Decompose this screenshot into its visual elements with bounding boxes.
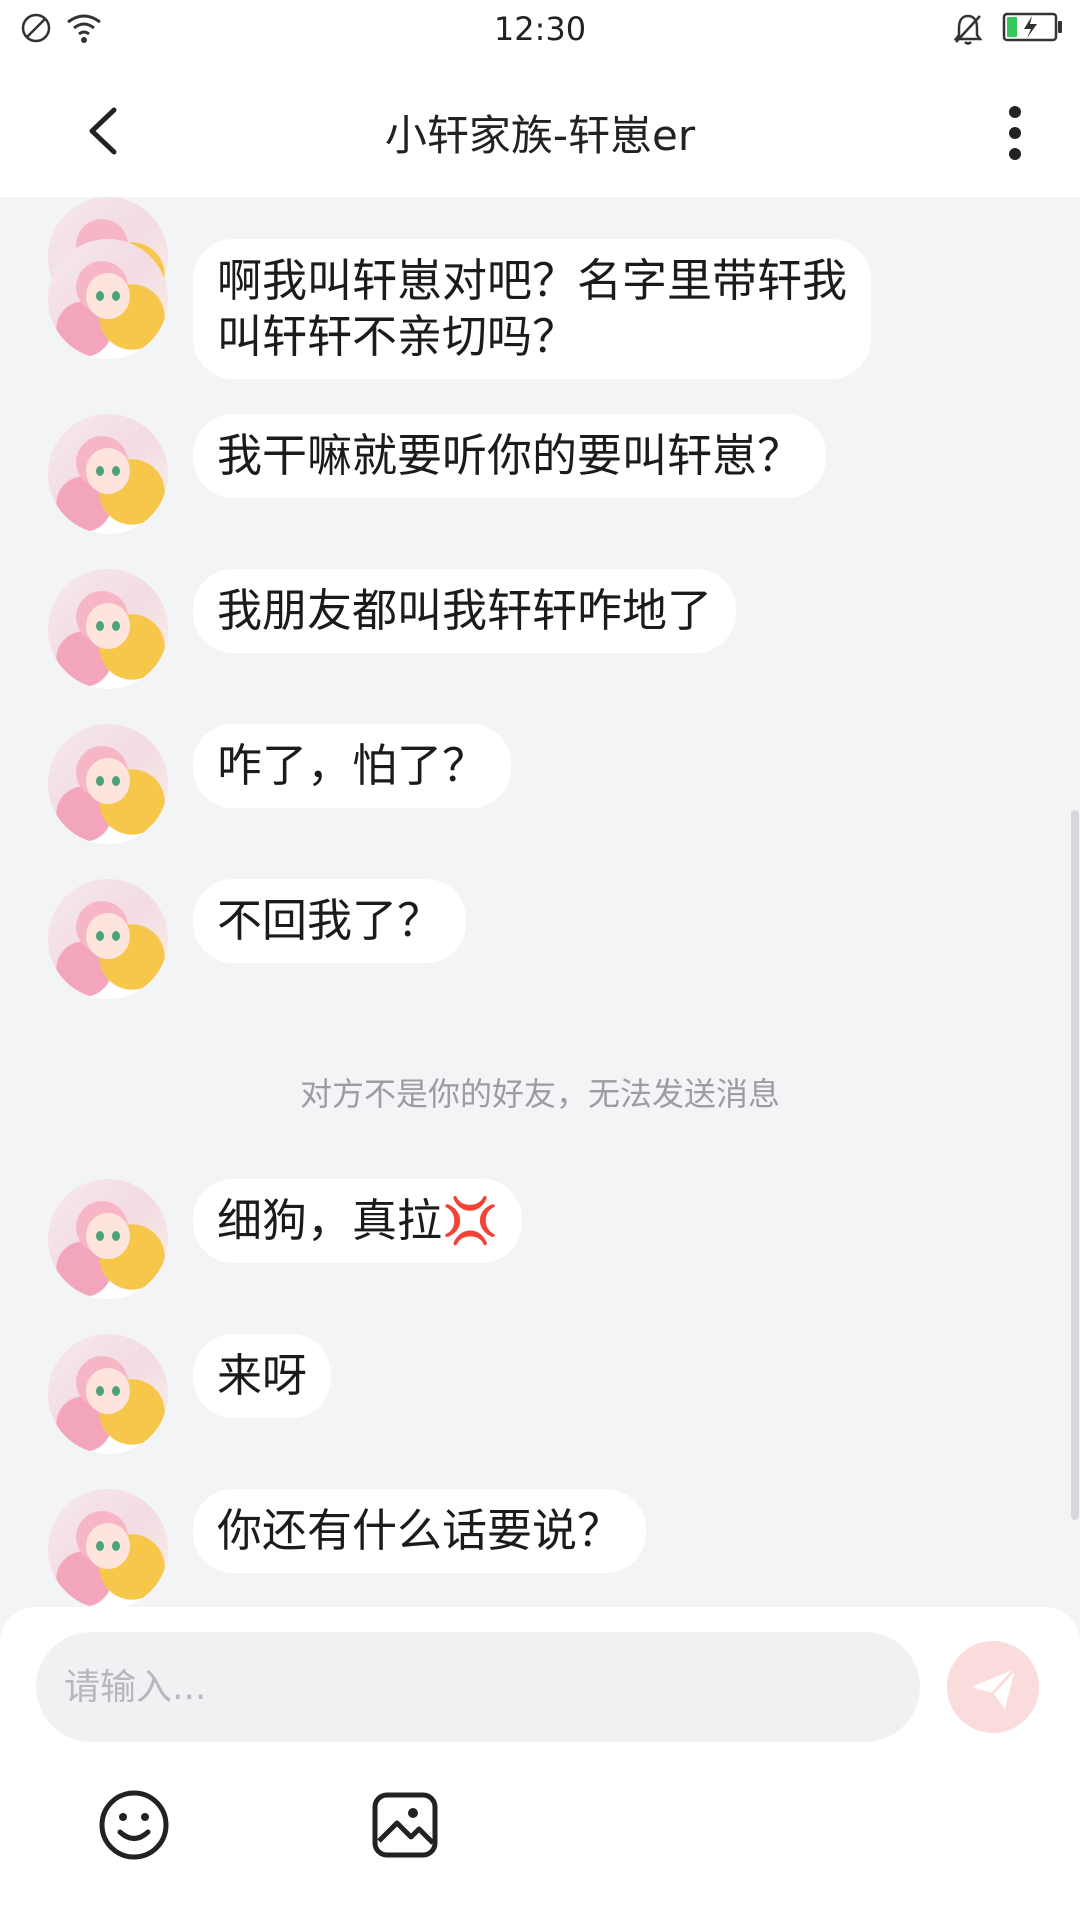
status-time: 12:30 — [493, 10, 587, 48]
mute-bell-icon — [953, 14, 983, 45]
emoji-icon — [99, 1790, 169, 1860]
message-bubble[interactable]: 咋了，怕了？ — [193, 724, 512, 808]
message-bubble[interactable]: 我干嘛就要听你的要叫轩崽？ — [193, 414, 827, 498]
avatar[interactable] — [48, 879, 168, 999]
status-bar: 12:30 — [0, 0, 1080, 60]
message-bubble[interactable]: 你还有什么话要说？ — [193, 1489, 647, 1573]
message-list[interactable]: 啊我叫轩崽对吧？名字里带轩我 叫轩轩不亲切吗？ 我干嘛就要听你的要叫轩崽？ 我朋… — [0, 197, 1080, 1607]
avatar[interactable] — [48, 569, 168, 689]
send-icon — [971, 1667, 1017, 1709]
image-icon — [372, 1792, 438, 1858]
scrollbar[interactable] — [1071, 810, 1079, 1520]
message-bubble[interactable]: 我朋友都叫我轩轩咋地了 — [193, 569, 737, 653]
send-button[interactable] — [947, 1641, 1039, 1733]
system-notice: 对方不是你的好友，无法发送消息 — [299, 1075, 780, 1113]
avatar[interactable] — [48, 239, 168, 359]
message-composer — [0, 1607, 1080, 1920]
avatar[interactable] — [48, 724, 168, 844]
emoji-button[interactable] — [96, 1787, 172, 1863]
message-bubble[interactable]: 啊我叫轩崽对吧？名字里带轩我 叫轩轩不亲切吗？ — [193, 239, 872, 379]
message-input[interactable] — [36, 1632, 920, 1742]
message-bubble[interactable]: 来呀 — [193, 1334, 332, 1418]
more-options-button[interactable] — [990, 98, 1040, 168]
message-bubble[interactable]: 细狗，真拉💢 — [193, 1179, 523, 1263]
avatar[interactable] — [48, 1334, 168, 1454]
avatar[interactable] — [48, 414, 168, 534]
chat-title: 小轩家族-轩崽er — [384, 111, 696, 160]
chat-header: 小轩家族-轩崽er — [0, 60, 1080, 197]
image-button[interactable] — [367, 1787, 443, 1863]
battery-charging-icon — [1002, 12, 1062, 42]
avatar[interactable] — [48, 1179, 168, 1299]
message-bubble[interactable]: 不回我了？ — [193, 879, 467, 963]
avatar[interactable] — [48, 1489, 168, 1607]
